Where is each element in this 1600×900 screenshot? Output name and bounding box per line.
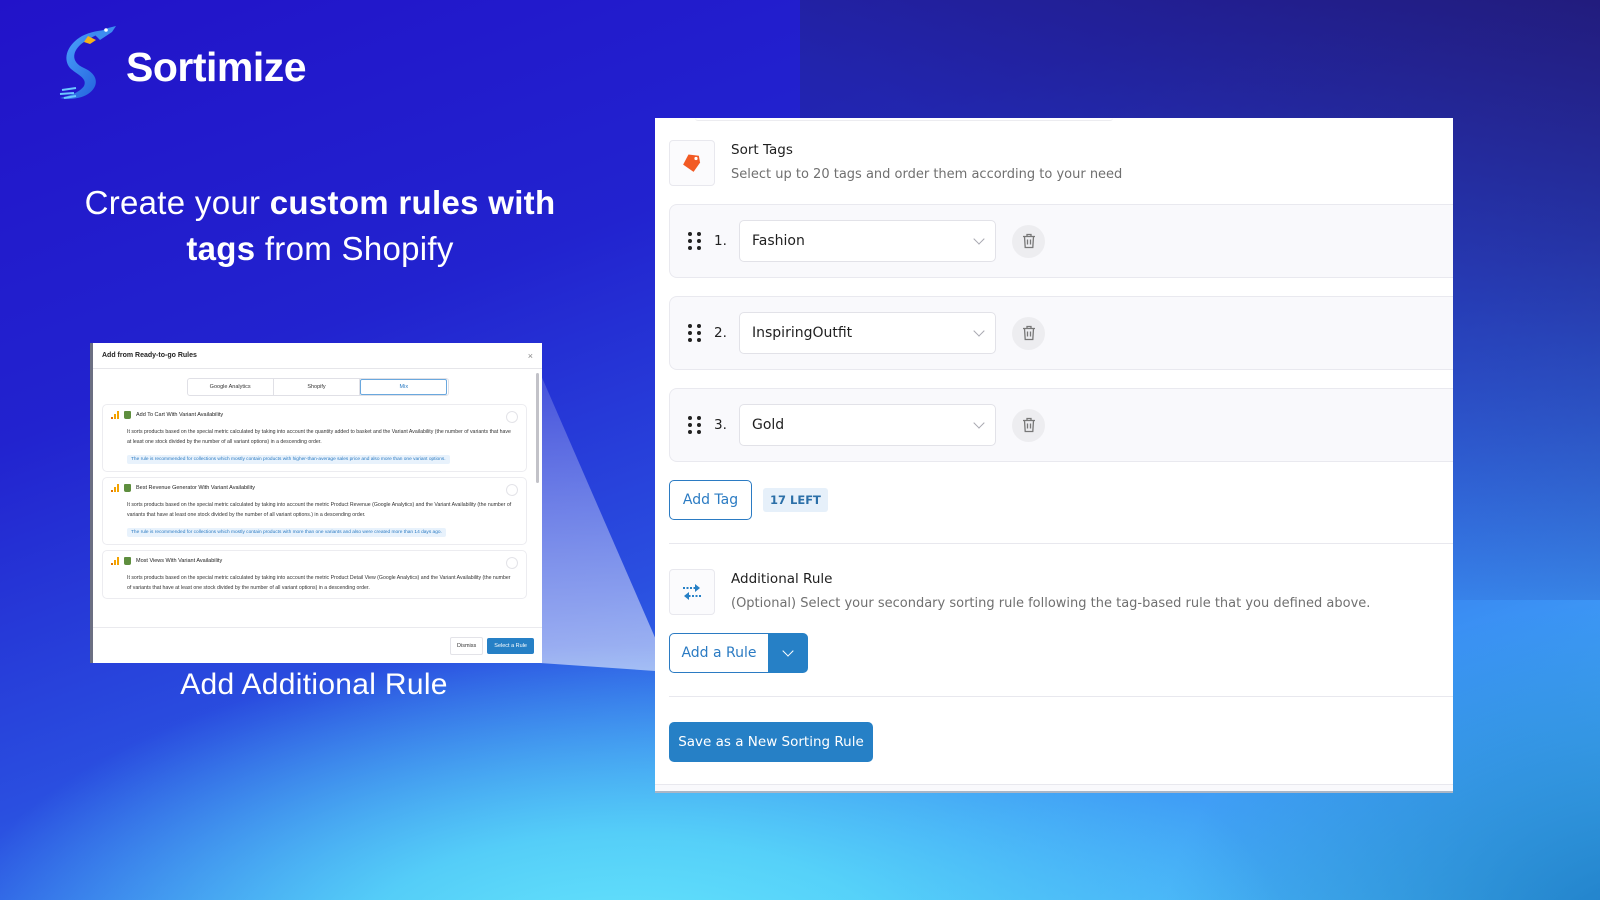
google-analytics-icon bbox=[111, 557, 119, 565]
headline-part2: from Shopify bbox=[255, 230, 454, 267]
rule-description: It sorts products based on the special m… bbox=[127, 429, 511, 445]
brand-logo: Sortimize bbox=[58, 24, 307, 104]
trash-icon bbox=[1022, 417, 1035, 433]
rule-list: Add To Cart With Variant Availability It… bbox=[102, 404, 527, 630]
rule-radio[interactable] bbox=[506, 484, 518, 496]
tag-select[interactable]: Gold bbox=[739, 404, 996, 446]
caption: Add Additional Rule bbox=[180, 668, 448, 701]
trash-icon bbox=[1022, 325, 1035, 341]
tag-icon bbox=[683, 154, 701, 172]
brand-name: Sortimize bbox=[126, 43, 307, 90]
rule-note: The rule is recommended for collections … bbox=[127, 528, 446, 537]
callout-beam bbox=[540, 373, 670, 672]
save-sorting-rule-button[interactable]: Save as a New Sorting Rule bbox=[669, 722, 873, 762]
add-rule-dropdown-toggle[interactable] bbox=[768, 633, 808, 673]
tag-index: 3. bbox=[714, 417, 727, 433]
chevron-down-icon bbox=[973, 233, 985, 245]
tab-google-analytics[interactable]: Google Analytics bbox=[188, 379, 274, 395]
rule-note: The rule is recommended for collections … bbox=[127, 455, 450, 464]
rule-description: It sorts products based on the special m… bbox=[127, 502, 512, 518]
rule-card[interactable]: Best Revenue Generator With Variant Avai… bbox=[102, 477, 527, 545]
rule-card[interactable]: Add To Cart With Variant Availability It… bbox=[102, 404, 527, 472]
tag-icon-box bbox=[669, 140, 715, 186]
google-analytics-icon bbox=[111, 484, 119, 492]
tag-value: InspiringOutfit bbox=[752, 325, 853, 341]
delete-tag-button[interactable] bbox=[1012, 316, 1045, 350]
chevron-down-icon bbox=[973, 417, 985, 429]
drag-handle-icon[interactable] bbox=[688, 324, 701, 342]
modal-header: Add from Ready-to-go Rules × bbox=[93, 343, 542, 369]
rule-radio[interactable] bbox=[506, 557, 518, 569]
dismiss-button[interactable]: Dismiss bbox=[450, 636, 484, 655]
sortimize-logo-icon bbox=[59, 26, 116, 99]
shopify-icon bbox=[124, 411, 131, 419]
headline-bold2: tags bbox=[186, 230, 256, 267]
tags-left-badge: 17 LEFT bbox=[763, 488, 828, 512]
modal-scrollbar[interactable] bbox=[536, 373, 539, 483]
tab-shopify[interactable]: Shopify bbox=[274, 379, 361, 395]
modal-tabs: Google Analytics Shopify Mix bbox=[186, 378, 449, 396]
tag-value: Fashion bbox=[752, 233, 805, 249]
modal-title: Add from Ready-to-go Rules bbox=[102, 352, 197, 359]
divider bbox=[669, 543, 1453, 544]
trash-icon bbox=[1022, 233, 1035, 249]
select-rule-button[interactable]: Select a Rule bbox=[487, 637, 534, 654]
shopify-icon bbox=[124, 557, 131, 565]
tab-mix[interactable]: Mix bbox=[360, 379, 448, 395]
rule-title: Add To Cart With Variant Availability bbox=[136, 412, 224, 418]
sort-rule-panel: Sort Tags Select up to 20 tags and order… bbox=[655, 118, 1453, 793]
additional-rule-subtitle: (Optional) Select your secondary sorting… bbox=[731, 596, 1371, 611]
rule-title: Most Views With Variant Availability bbox=[136, 558, 223, 564]
swap-icon-box bbox=[669, 569, 715, 615]
add-rule-button[interactable]: Add a Rule bbox=[669, 633, 768, 673]
sort-tags-subtitle: Select up to 20 tags and order them acco… bbox=[731, 167, 1123, 182]
panel-top-edge bbox=[695, 118, 1113, 121]
tag-row: 2. InspiringOutfit bbox=[669, 296, 1453, 370]
add-rule-split-button: Add a Rule bbox=[669, 633, 808, 673]
rule-description: It sorts products based on the special m… bbox=[127, 575, 511, 591]
add-tag-button[interactable]: Add Tag bbox=[669, 480, 752, 520]
delete-tag-button[interactable] bbox=[1012, 408, 1045, 442]
panel-footer bbox=[655, 784, 1453, 791]
ready-rules-modal: Add from Ready-to-go Rules × Google Anal… bbox=[90, 343, 542, 663]
tag-row: 1. Fashion bbox=[669, 204, 1453, 278]
swap-arrows-icon bbox=[683, 584, 701, 600]
tag-value: Gold bbox=[752, 417, 785, 433]
sort-tags-title: Sort Tags bbox=[731, 142, 793, 158]
tag-row: 3. Gold bbox=[669, 388, 1453, 462]
additional-rule-title: Additional Rule bbox=[731, 571, 833, 587]
tag-index: 2. bbox=[714, 325, 727, 341]
chevron-down-icon bbox=[782, 645, 794, 657]
sort-tags-header: Sort Tags Select up to 20 tags and order… bbox=[669, 140, 1122, 186]
drag-handle-icon[interactable] bbox=[688, 232, 701, 250]
headline-bold1: custom rules with bbox=[269, 184, 556, 221]
close-icon[interactable]: × bbox=[528, 351, 533, 361]
drag-handle-icon[interactable] bbox=[688, 416, 701, 434]
additional-rule-header: Additional Rule (Optional) Select your s… bbox=[669, 569, 1370, 615]
modal-footer: Dismiss Select a Rule bbox=[93, 627, 542, 663]
rule-card[interactable]: Most Views With Variant Availability It … bbox=[102, 550, 527, 599]
rule-title: Best Revenue Generator With Variant Avai… bbox=[136, 485, 256, 491]
headline-part1: Create your bbox=[84, 184, 270, 221]
google-analytics-icon bbox=[111, 411, 119, 419]
divider bbox=[669, 696, 1453, 697]
delete-tag-button[interactable] bbox=[1012, 224, 1045, 258]
shopify-icon bbox=[124, 484, 131, 492]
rule-radio[interactable] bbox=[506, 411, 518, 423]
tag-select[interactable]: Fashion bbox=[739, 220, 996, 262]
tag-index: 1. bbox=[714, 233, 727, 249]
tag-select[interactable]: InspiringOutfit bbox=[739, 312, 996, 354]
chevron-down-icon bbox=[973, 325, 985, 337]
headline: Create your custom rules with tags from … bbox=[40, 180, 600, 272]
